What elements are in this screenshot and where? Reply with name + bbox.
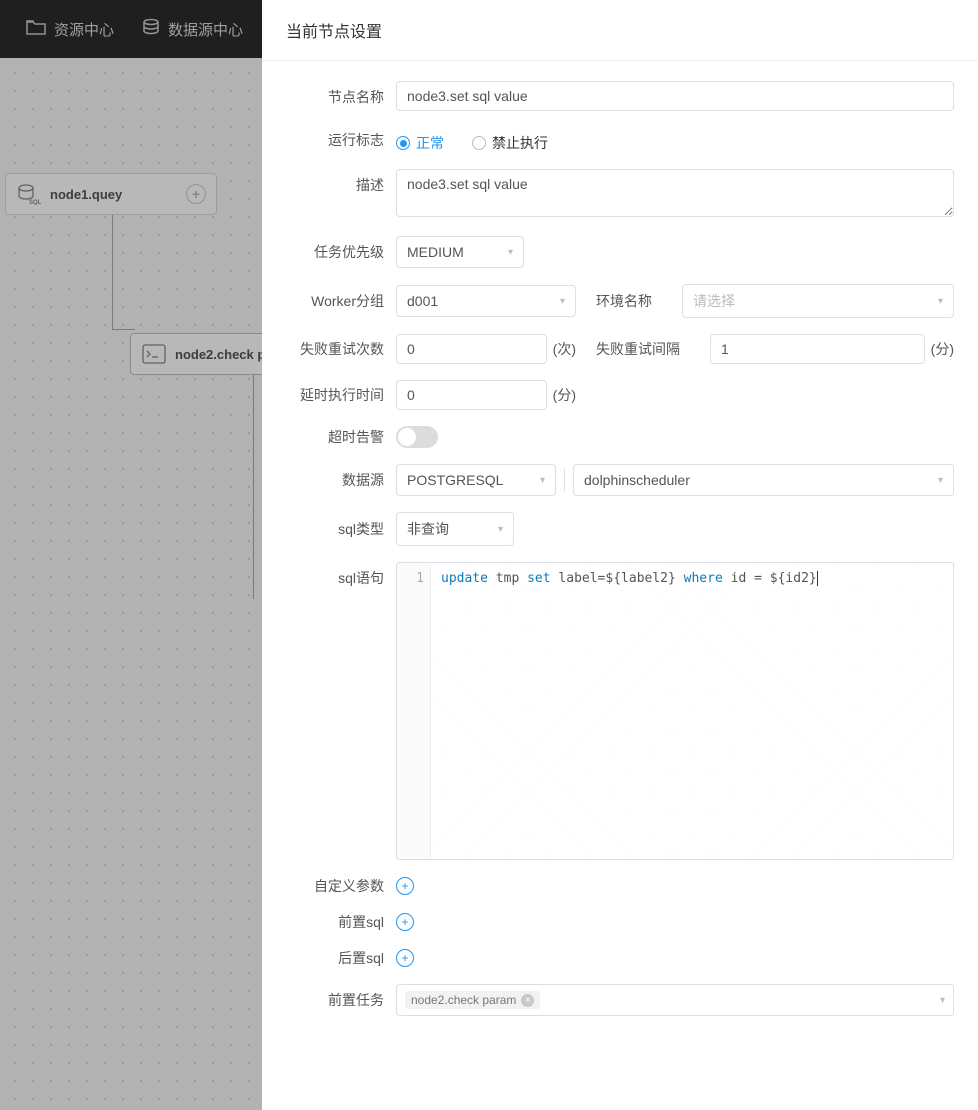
radio-icon [472,136,486,150]
panel-title: 当前节点设置 [262,0,978,61]
chevron-down-icon: ▾ [940,995,945,1006]
label-priority: 任务优先级 [286,242,396,262]
label-node-name: 节点名称 [286,81,396,107]
select-value: dolphinscheduler [584,472,690,488]
sql-assign: label=${label2} [558,571,675,586]
datasource-type-select[interactable]: POSTGRESQL ▾ [396,464,556,496]
datasource-instance-select[interactable]: dolphinscheduler ▾ [573,464,954,496]
select-placeholder: 请选择 [693,291,735,311]
unit-minutes: (分) [931,339,954,359]
add-pre-sql-button[interactable]: + [396,913,414,931]
pre-tasks-select[interactable]: node2.check param × ▾ [396,984,954,1016]
sql-gutter: 1 [397,563,431,859]
label-env-name: 环境名称 [596,291,662,311]
label-retry-interval: 失败重试间隔 [596,339,690,359]
sql-code-area[interactable]: update tmp set label=${label2} where id … [431,563,953,859]
unit-minutes: (分) [553,385,576,405]
radio-icon [396,136,410,150]
line-number: 1 [397,571,424,586]
select-value: MEDIUM [407,244,464,260]
node-settings-panel: 当前节点设置 节点名称 运行标志 正常 禁止执行 [262,0,978,1110]
sql-keyword: where [684,571,723,586]
add-post-sql-button[interactable]: + [396,949,414,967]
retry-count-input[interactable] [396,334,547,364]
sql-editor[interactable]: 1 update tmp set label=${label2} where i… [396,562,954,860]
tag-remove-icon[interactable]: × [521,994,534,1007]
chevron-down-icon: ▾ [938,475,943,486]
sql-type-select[interactable]: 非查询 ▾ [396,512,514,546]
chevron-down-icon: ▾ [508,247,513,258]
label-sql-stmt: sql语句 [286,562,396,588]
sql-ident: tmp [496,571,519,586]
sql-keyword: update [441,571,488,586]
select-value: 非查询 [407,519,449,539]
worker-group-select[interactable]: d001 ▾ [396,285,576,317]
label-post-sql: 后置sql [286,948,396,968]
unit-times: (次) [553,339,576,359]
label-custom-params: 自定义参数 [286,876,396,896]
radio-forbid[interactable]: 禁止执行 [472,133,548,153]
chevron-down-icon: ▾ [540,475,545,486]
select-value: POSTGRESQL [407,472,503,488]
label-worker-group: Worker分组 [286,291,396,311]
label-description: 描述 [286,169,396,195]
divider [564,469,565,491]
label-datasource: 数据源 [286,470,396,490]
timeout-toggle[interactable] [396,426,438,448]
label-pre-sql: 前置sql [286,912,396,932]
node-name-input[interactable] [396,81,954,111]
add-custom-param-button[interactable]: + [396,877,414,895]
label-run-flag: 运行标志 [286,130,396,150]
description-textarea[interactable]: node3.set sql value [396,169,954,217]
label-retry-count: 失败重试次数 [286,339,396,359]
label-delay-time: 延时执行时间 [286,385,396,405]
env-select[interactable]: 请选择 ▾ [682,284,954,318]
label-timeout-alarm: 超时告警 [286,427,396,447]
retry-interval-input[interactable] [710,334,925,364]
sql-keyword: set [527,571,550,586]
pre-task-tag: node2.check param × [405,991,540,1009]
delay-time-input[interactable] [396,380,547,410]
select-value: d001 [407,293,438,309]
tag-label: node2.check param [411,993,516,1007]
radio-label: 禁止执行 [492,133,548,153]
sql-cond: id = ${id2} [731,571,817,586]
chevron-down-icon: ▾ [498,524,503,535]
priority-select[interactable]: MEDIUM ▾ [396,236,524,268]
label-pre-tasks: 前置任务 [286,990,396,1010]
radio-label: 正常 [416,133,444,153]
text-caret [817,571,818,586]
chevron-down-icon: ▾ [938,296,943,307]
chevron-down-icon: ▾ [560,296,565,307]
label-sql-type: sql类型 [286,519,396,539]
radio-normal[interactable]: 正常 [396,133,444,153]
